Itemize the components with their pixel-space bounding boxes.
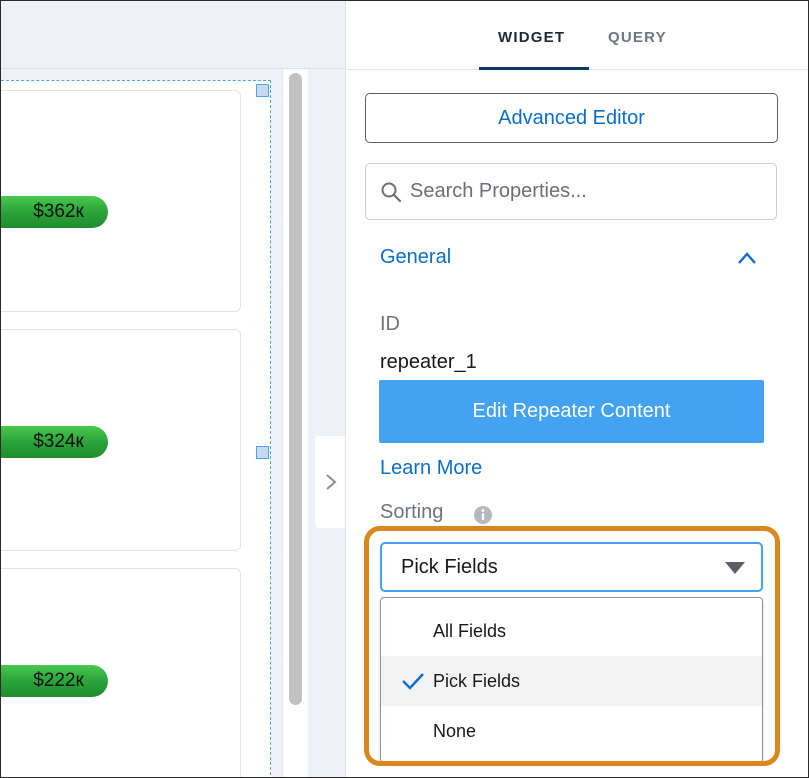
canvas-gutter [308, 69, 345, 777]
value-pill: $362к [1, 196, 108, 228]
info-icon[interactable] [473, 505, 493, 525]
sorting-dropdown-menu: All Fields Pick Fields None [380, 597, 763, 763]
advanced-editor-button[interactable]: Advanced Editor [365, 93, 778, 143]
canvas-scrollbar-thumb[interactable] [289, 73, 302, 705]
section-general-header[interactable]: General [380, 246, 451, 269]
sorting-select[interactable]: Pick Fields [380, 542, 763, 592]
active-tab-indicator [479, 67, 589, 70]
canvas-top-bar [1, 1, 345, 69]
caret-down-icon [725, 562, 745, 574]
value-pill: $222к [1, 665, 108, 697]
resize-handle-middle-right[interactable] [256, 446, 269, 459]
sorting-label: Sorting [380, 501, 444, 523]
chevron-up-icon[interactable] [736, 249, 758, 267]
resize-handle-top-right[interactable] [256, 84, 269, 97]
repeater-card[interactable]: $362к [1, 90, 241, 312]
edit-repeater-content-button[interactable]: Edit Repeater Content [379, 380, 764, 443]
checkmark-icon [402, 673, 424, 690]
tab-query[interactable]: QUERY [608, 29, 667, 46]
dropdown-option-pick-fields[interactable]: Pick Fields [381, 656, 762, 706]
tab-widget[interactable]: WIDGET [498, 29, 565, 46]
search-icon [381, 182, 402, 202]
value-pill: $324к [1, 426, 108, 458]
id-value: repeater_1 [380, 351, 477, 373]
canvas-area: $362к $324к $222к [1, 1, 347, 777]
option-label: Pick Fields [433, 670, 521, 691]
panel-tabs: WIDGET QUERY [346, 1, 808, 70]
dropdown-option-all-fields[interactable]: All Fields [381, 606, 762, 656]
id-label: ID [380, 313, 400, 335]
search-input[interactable] [410, 180, 750, 203]
search-properties-field[interactable] [365, 163, 777, 220]
learn-more-link[interactable]: Learn More [380, 457, 482, 480]
chevron-right-icon [326, 474, 337, 490]
repeater-card[interactable]: $324к [1, 329, 241, 551]
option-label: None [433, 720, 477, 741]
app-frame: $362к $324к $222к WIDGET QUERY Advanced [0, 0, 809, 778]
repeater-widget[interactable]: $362к $324к $222к [1, 80, 271, 777]
option-label: All Fields [433, 620, 507, 641]
collapse-panel-button[interactable] [315, 436, 347, 528]
properties-panel: WIDGET QUERY Advanced Editor General ID … [345, 1, 808, 777]
dropdown-option-none[interactable]: None [381, 706, 762, 756]
sorting-select-value: Pick Fields [401, 555, 498, 578]
repeater-card[interactable]: $222к [1, 568, 241, 777]
